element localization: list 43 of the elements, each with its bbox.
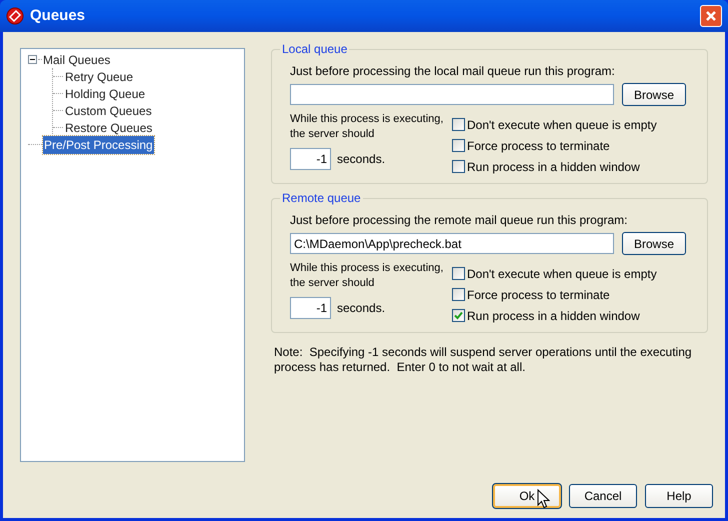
checkbox[interactable] [452, 118, 465, 131]
seconds-field[interactable]: -1 [290, 148, 331, 170]
checkbox[interactable] [452, 267, 465, 280]
option-label: Force process to terminate [467, 138, 610, 154]
tree-item[interactable]: Mail Queues [42, 50, 112, 68]
seconds-label: seconds. [337, 300, 386, 317]
seconds-label: seconds. [337, 151, 386, 168]
option-label: Don't execute when queue is empty [467, 116, 657, 134]
wait-label: While this process is executing, the server should [290, 261, 444, 291]
option-label: Run process in a hidden window [467, 308, 640, 324]
checkbox[interactable] [452, 309, 465, 322]
note-text: Note: Specifying -1 seconds will suspend server operations until the executing process has returned. Enter 0 to not wait at all. [273, 345, 693, 375]
option-label: Force process to terminate [467, 286, 610, 304]
window-title: Queues [30, 6, 86, 26]
cursor-icon [537, 489, 550, 509]
tree-item[interactable]: Holding Queue [64, 84, 146, 102]
browse-button[interactable]: Browse [622, 232, 686, 255]
program-field[interactable]: C:\MDaemon\App\precheck.bat [290, 233, 614, 254]
tree-item[interactable]: Custom Queues [64, 102, 153, 120]
seconds-field[interactable]: -1 [290, 297, 331, 319]
check-icon [454, 311, 463, 320]
close-button[interactable] [700, 5, 722, 27]
option-label: Run process in a hidden window [467, 158, 640, 176]
dialog-button[interactable]: Help [645, 484, 713, 508]
prompt-label: Just before processing the local mail queue run this program: [290, 64, 616, 79]
checkbox[interactable] [452, 139, 465, 152]
tree-item[interactable]: Restore Queues [64, 118, 154, 136]
group-title: Local queue [280, 42, 350, 56]
program-field[interactable] [290, 84, 614, 105]
close-icon [705, 10, 717, 22]
checkbox[interactable] [452, 288, 465, 301]
app-icon [6, 7, 24, 25]
wait-label: While this process is executing, the server should [290, 112, 444, 142]
checkbox[interactable] [452, 160, 465, 173]
tree-item[interactable]: Retry Queue [64, 68, 134, 86]
prompt-label: Just before processing the remote mail queue run this program: [290, 213, 629, 228]
dialog-button[interactable]: Cancel [569, 484, 637, 508]
option-label: Don't execute when queue is empty [467, 266, 657, 282]
group-title: Remote queue [280, 191, 363, 205]
browse-button[interactable]: Browse [622, 83, 686, 106]
dialog-button[interactable]: Ok [493, 484, 561, 508]
collapse-icon[interactable] [28, 55, 37, 64]
tree-item[interactable]: Pre/Post Processing [43, 136, 154, 154]
